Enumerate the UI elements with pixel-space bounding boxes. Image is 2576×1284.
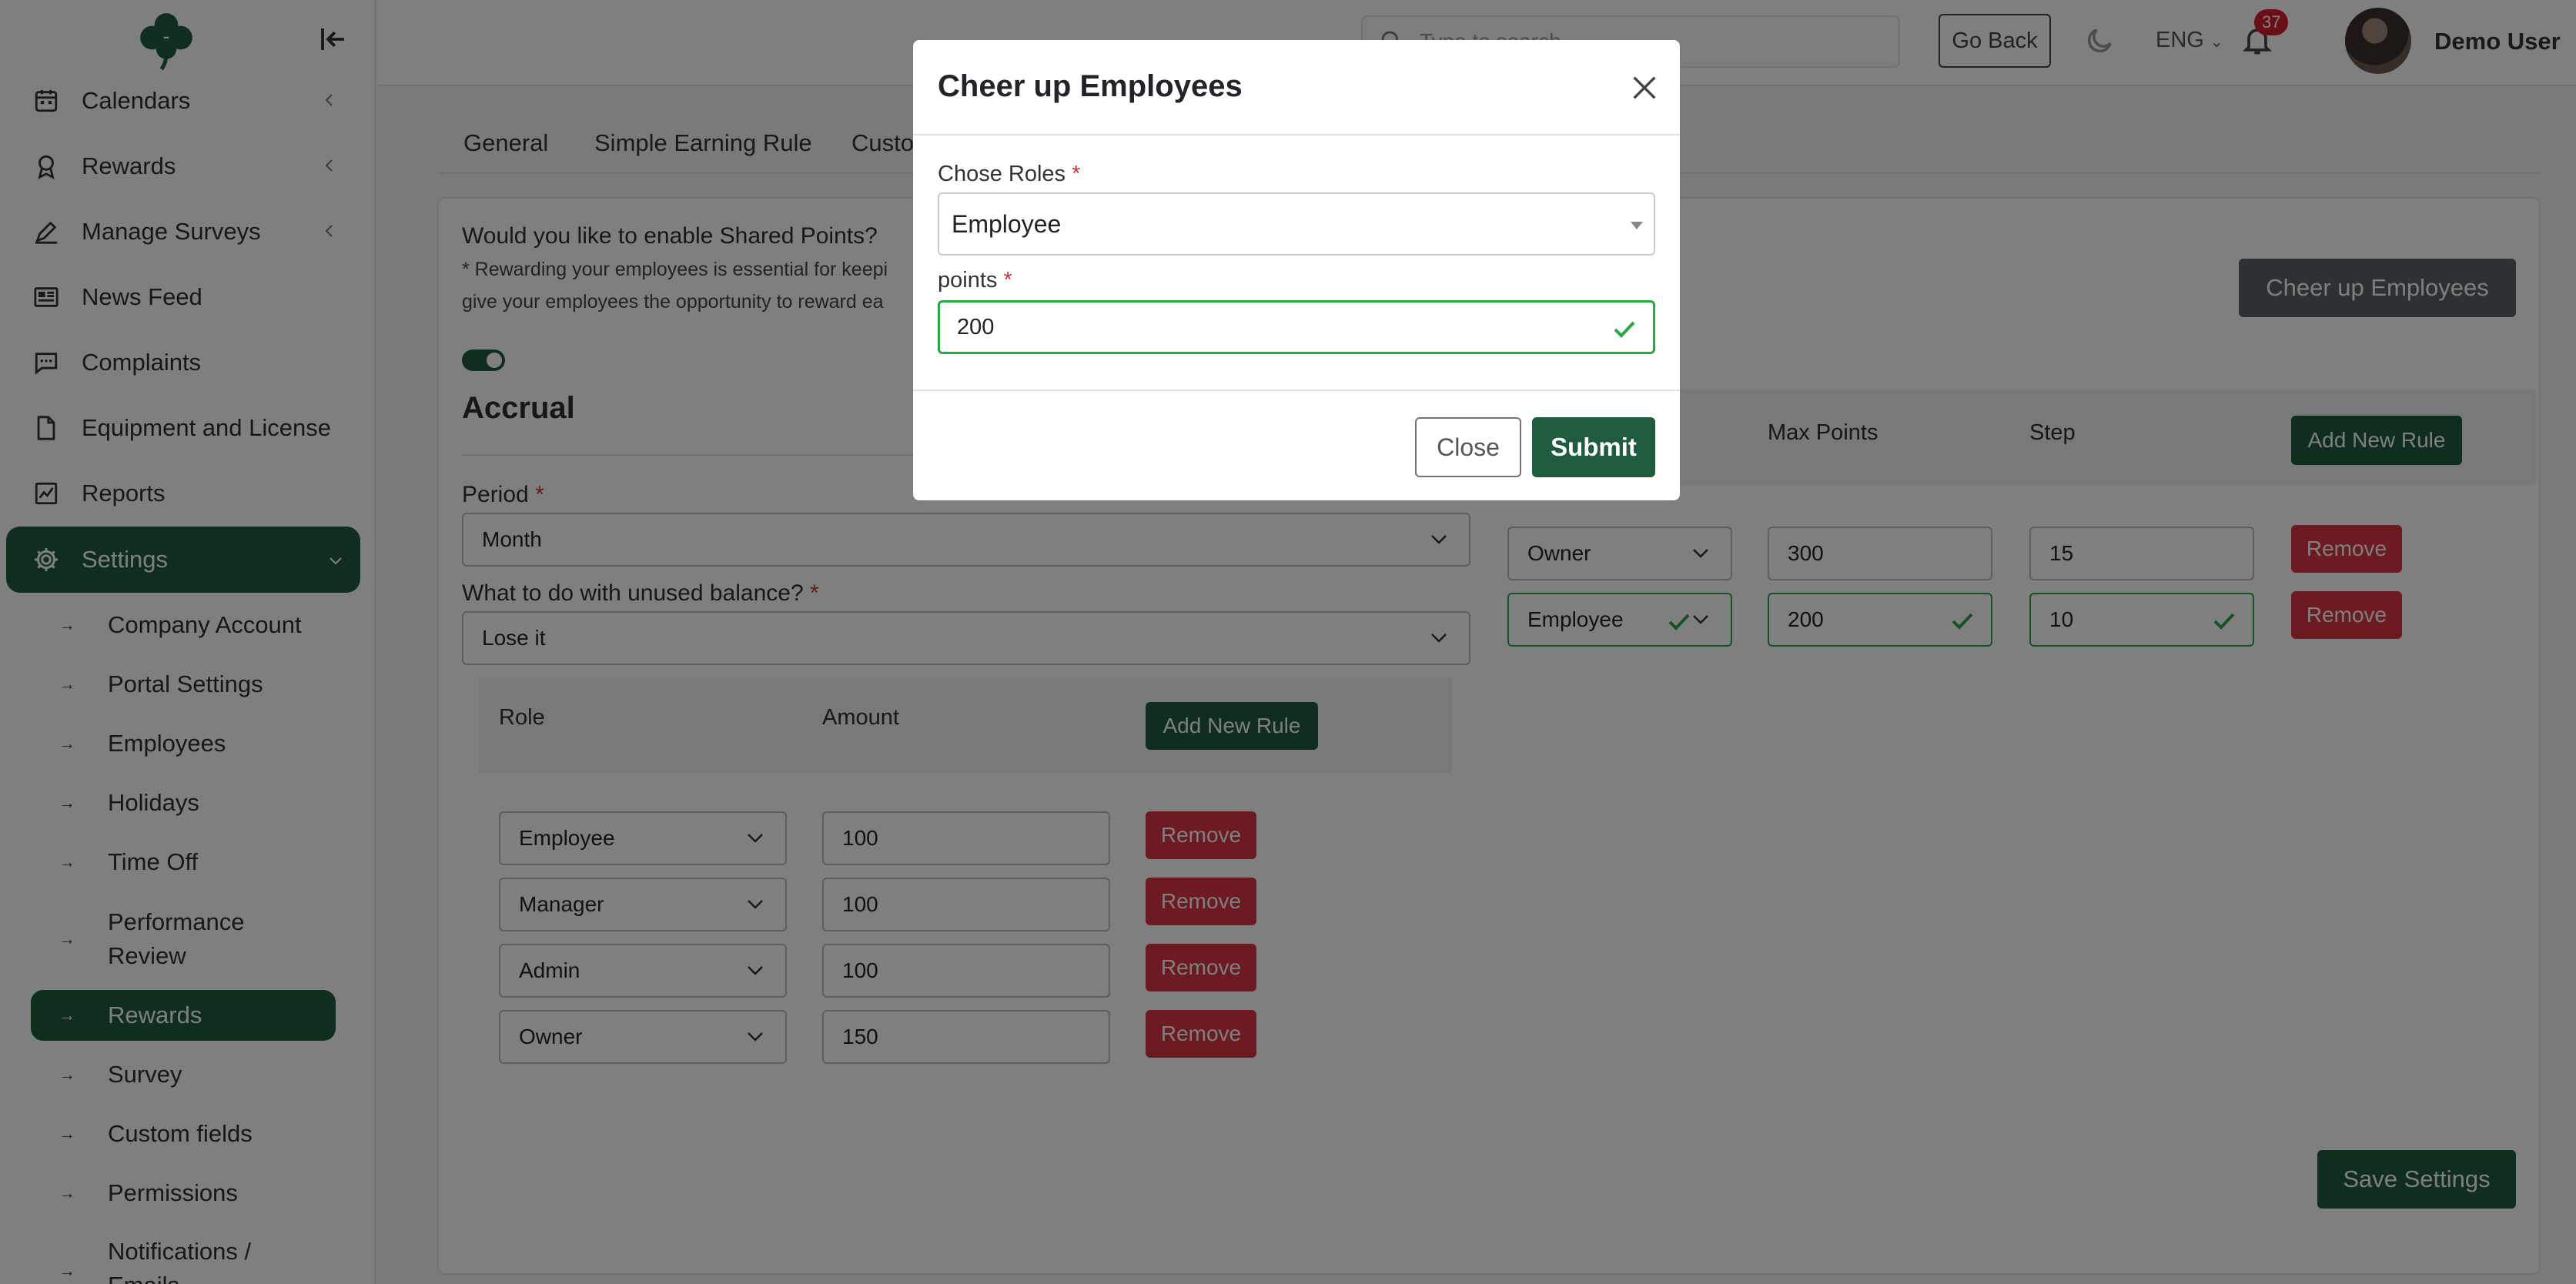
- roles-label: Chose Roles *: [938, 162, 1081, 186]
- cheer-up-modal: Cheer up Employees Chose Roles * Employe…: [913, 40, 1680, 500]
- close-icon[interactable]: [1629, 72, 1660, 103]
- points-value: 200: [957, 314, 995, 339]
- points-label: points *: [938, 268, 1012, 293]
- valid-check-icon: [1614, 321, 1635, 338]
- close-button[interactable]: Close: [1415, 417, 1521, 477]
- roles-selected-value: Employee: [952, 209, 1062, 238]
- roles-select[interactable]: Employee: [938, 192, 1655, 256]
- modal-divider: [913, 134, 1680, 135]
- modal-title: Cheer up Employees: [938, 69, 1243, 103]
- modal-divider: [913, 390, 1680, 391]
- points-input[interactable]: 200: [938, 300, 1655, 354]
- caret-down-icon: [1631, 222, 1643, 229]
- submit-button[interactable]: Submit: [1532, 417, 1655, 477]
